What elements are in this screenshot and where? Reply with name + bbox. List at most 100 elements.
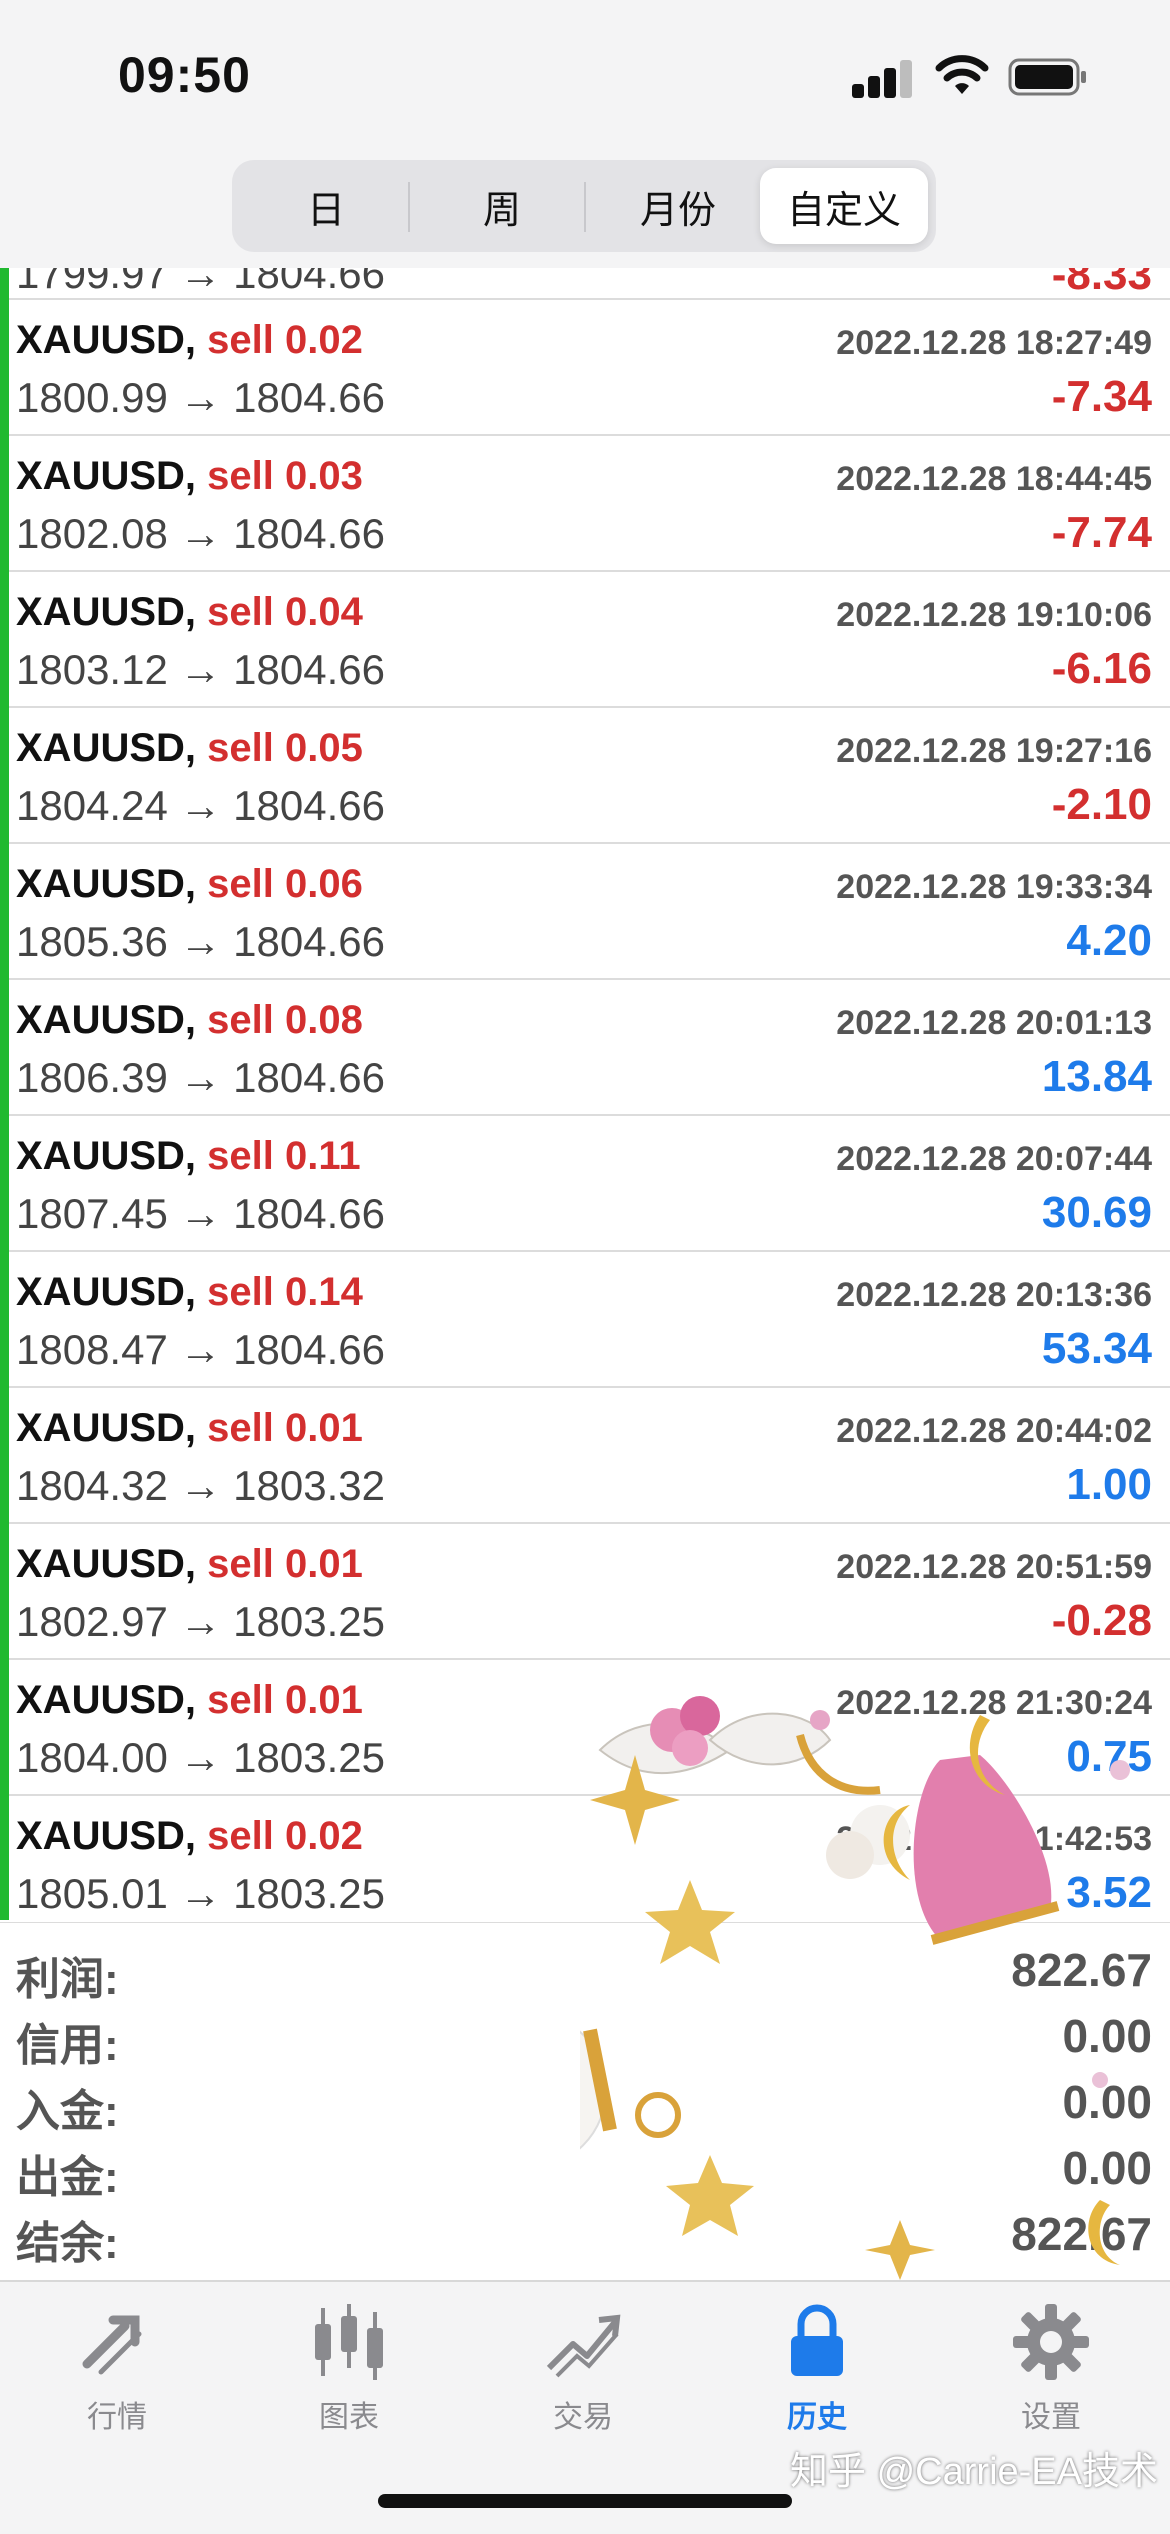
trade-symbol: XAUUSD, sell 0.03: [16, 454, 363, 499]
trade-close-price: 1804.66: [233, 1190, 385, 1237]
trade-row[interactable]: XAUUSD, sell 0.02 1800.99 → 1804.66 2022.1…: [0, 300, 1170, 436]
trade-symbol: XAUUSD, sell 0.02: [16, 1814, 363, 1859]
trade-volume: 0.02: [285, 318, 363, 362]
wifi-icon: [935, 55, 989, 94]
trade-side: sell: [207, 1678, 274, 1722]
trade-symbol: XAUUSD, sell 0.02: [16, 318, 363, 363]
trade-volume: 0.01: [285, 1678, 363, 1722]
trade-open-price: 1804.32: [16, 1462, 168, 1509]
trade-volume: 0.14: [285, 1270, 363, 1314]
trade-side: sell: [207, 1814, 274, 1858]
trade-prices: 1804.32 → 1803.32: [16, 1462, 385, 1510]
home-indicator: [378, 2494, 792, 2508]
trade-open-price: 1800.99: [16, 374, 168, 421]
history-lock-icon: [791, 2304, 843, 2376]
trade-row[interactable]: XAUUSD, sell 0.11 1807.45 → 1804.66 2022.1…: [0, 1116, 1170, 1252]
trade-close-price: 1803.25: [233, 1734, 385, 1781]
right-arrow-icon: →: [167, 646, 234, 693]
trade-volume: 0.08: [285, 998, 363, 1042]
trade-close-price: 1804.66: [233, 1326, 385, 1373]
trade-close-price: 1804.66: [233, 268, 385, 297]
trade-row[interactable]: XAUUSD, sell 0.01 1802.97 → 1803.25 2022.1…: [0, 1524, 1170, 1660]
tab-quotes-label: 行情: [87, 2401, 147, 2434]
trade-close-price: 1803.25: [233, 1870, 385, 1917]
tab-charts[interactable]: 图表: [254, 2302, 444, 2442]
quotes-arrows-icon: [82, 2315, 142, 2375]
trade-profit: -8.33: [1051, 268, 1152, 299]
trade-profit: 53.34: [1041, 1324, 1152, 1373]
trade-profit: 4.20: [1066, 916, 1152, 965]
trade-open-price: 1802.08: [16, 510, 168, 557]
trade-symbol-name: XAUUSD,: [16, 1814, 197, 1858]
trade-datetime: 2022.12.28 19:10:06: [836, 596, 1152, 634]
trade-symbol: XAUUSD, sell 0.01: [16, 1542, 363, 1587]
trade-row[interactable]: XAUUSD, sell 0.14 1808.47 → 1804.66 2022.1…: [0, 1252, 1170, 1388]
trade-datetime: 2022.12.28 20:01:13: [836, 1004, 1152, 1042]
trade-side: sell: [207, 318, 274, 362]
tab-history-label: 历史: [787, 2401, 847, 2434]
trade-symbol: XAUUSD, sell 0.11: [16, 1134, 361, 1179]
trade-open-price: 1808.47: [16, 1326, 168, 1373]
trade-prices: 1802.97 → 1803.25: [16, 1598, 385, 1646]
trade-volume: 0.01: [285, 1542, 363, 1586]
trade-volume: 0.01: [285, 1406, 363, 1450]
trade-volume: 0.06: [285, 862, 363, 906]
trade-open-price: 1807.45: [16, 1190, 168, 1237]
period-custom-button[interactable]: 自定义: [760, 168, 928, 244]
trade-profit: -7.34: [1051, 372, 1152, 421]
battery-icon: [1008, 58, 1086, 96]
summary-label: 利润:: [16, 1955, 119, 2004]
trade-symbol-name: XAUUSD,: [16, 454, 197, 498]
candlestick-chart-icon: [315, 2304, 383, 2380]
tab-history[interactable]: 历史: [722, 2302, 912, 2442]
trade-datetime: 2022.12.28 20:44:02: [836, 1412, 1152, 1450]
trade-prices: 1802.08 → 1804.66: [16, 510, 385, 558]
trade-open-price: 1805.01: [16, 1870, 168, 1917]
trade-close-price: 1804.66: [233, 510, 385, 557]
tab-quotes[interactable]: 行情: [22, 2302, 212, 2442]
period-day-button[interactable]: 日: [242, 168, 410, 244]
trade-symbol-name: XAUUSD,: [16, 1678, 197, 1722]
right-arrow-icon: →: [167, 1734, 234, 1781]
period-week-button[interactable]: 周: [418, 168, 586, 244]
tab-settings[interactable]: 设置: [956, 2302, 1146, 2442]
trade-volume: 0.02: [285, 1814, 363, 1858]
trade-profit: -0.28: [1051, 1596, 1152, 1645]
trade-profit: 1.00: [1066, 1460, 1152, 1509]
trade-prices: 1805.01 → 1803.25: [16, 1870, 385, 1918]
trade-close-price: 1804.66: [233, 646, 385, 693]
trade-side: sell: [207, 1406, 274, 1450]
right-arrow-icon: →: [167, 510, 234, 557]
trade-symbol: XAUUSD, sell 0.01: [16, 1406, 363, 1451]
trade-prices: 1799.97 → 1804.66: [16, 268, 385, 298]
right-arrow-icon: →: [167, 1598, 234, 1645]
tab-trade-label: 交易: [553, 2401, 613, 2434]
trade-side: sell: [207, 998, 274, 1042]
trade-side: sell: [207, 1542, 274, 1586]
right-arrow-icon: →: [167, 1190, 234, 1237]
right-arrow-icon: →: [167, 374, 234, 421]
trade-profit: 13.84: [1041, 1052, 1152, 1101]
trade-row[interactable]: XAUUSD, sell 0.06 1805.36 → 1804.66 2022.1…: [0, 844, 1170, 980]
tab-trade[interactable]: 交易: [488, 2302, 678, 2442]
trade-close-price: 1804.66: [233, 782, 385, 829]
trade-row[interactable]: XAUUSD, sell 0.04 1803.12 → 1804.66 2022.1…: [0, 572, 1170, 708]
trade-prices: 1807.45 → 1804.66: [16, 1190, 385, 1238]
tab-settings-label: 设置: [1021, 2401, 1081, 2434]
trade-symbol-name: XAUUSD,: [16, 1406, 197, 1450]
trade-open-price: 1804.00: [16, 1734, 168, 1781]
period-segmented-control: 日 周 月份 自定义: [232, 160, 936, 252]
trade-side: sell: [207, 454, 274, 498]
trade-row[interactable]: 1799.97 → 1804.66 -8.33: [0, 268, 1170, 300]
trade-row[interactable]: XAUUSD, sell 0.05 1804.24 → 1804.66 2022.1…: [0, 708, 1170, 844]
gear-icon: [1013, 2304, 1089, 2380]
trade-symbol: XAUUSD, sell 0.14: [16, 1270, 363, 1315]
trade-row[interactable]: XAUUSD, sell 0.08 1806.39 → 1804.66 2022.1…: [0, 980, 1170, 1116]
period-month-button[interactable]: 月份: [594, 168, 762, 244]
trade-symbol-name: XAUUSD,: [16, 726, 197, 770]
trade-row[interactable]: XAUUSD, sell 0.01 1804.32 → 1803.32 2022.1…: [0, 1388, 1170, 1524]
trade-symbol: XAUUSD, sell 0.05: [16, 726, 363, 771]
trade-side: sell: [207, 1270, 274, 1314]
trade-row[interactable]: XAUUSD, sell 0.03 1802.08 → 1804.66 2022.1…: [0, 436, 1170, 572]
right-arrow-icon: →: [167, 1462, 234, 1509]
